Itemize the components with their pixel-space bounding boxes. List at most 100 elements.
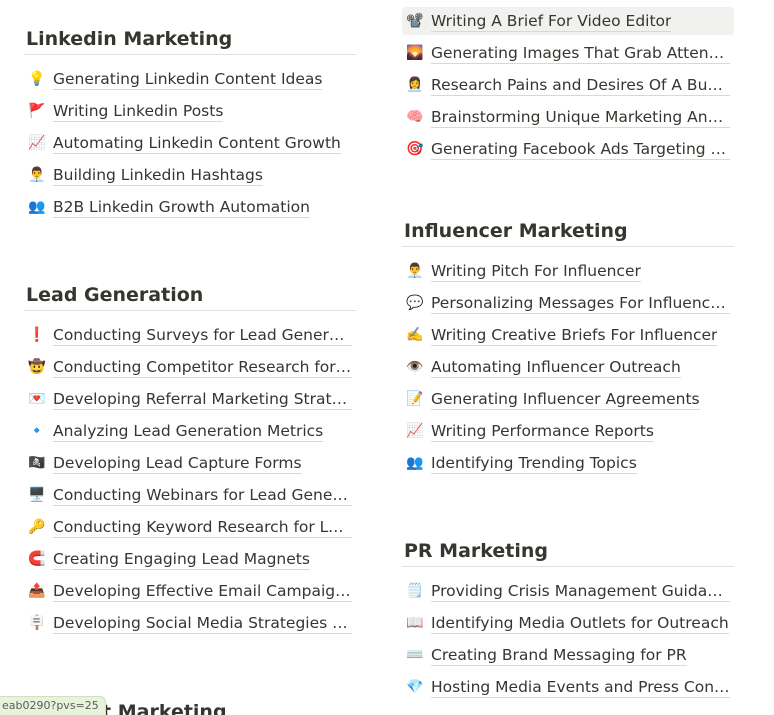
brain-icon: 🧠 xyxy=(406,109,424,125)
section-lead-generation: Lead Generation ❗ Conducting Surveys for … xyxy=(24,280,356,641)
list-item-label[interactable]: Automating Linkedin Content Growth xyxy=(53,133,341,154)
list-item[interactable]: 🔑 Conducting Keyword Research for Lead Ge… xyxy=(24,513,356,541)
sunrise-image-icon: 🌄 xyxy=(406,45,424,61)
list-item-label[interactable]: Building Linkedin Hashtags xyxy=(53,165,263,186)
open-book-icon: 📖 xyxy=(406,615,424,631)
desktop-computer-icon: 🖥️ xyxy=(28,487,46,503)
chart-up-icon: 📈 xyxy=(406,423,424,439)
item-list: 🗒️ Providing Crisis Management Guidance 📖 I… xyxy=(402,577,734,701)
list-item-label[interactable]: Writing A Brief For Video Editor xyxy=(431,11,672,32)
chart-up-icon: 📈 xyxy=(28,135,46,151)
section-influencer-marketing: Influencer Marketing 👨‍💼 Writing Pitch Fo… xyxy=(402,216,734,481)
list-item[interactable]: 👨‍💼 Building Linkedin Hashtags xyxy=(24,161,356,189)
item-list: 💡 Generating Linkedin Content Ideas 🚩 Writi… xyxy=(24,65,356,221)
list-item-label[interactable]: Generating Influencer Agreements xyxy=(431,389,700,410)
list-item-label[interactable]: Hosting Media Events and Press Conferenc… xyxy=(431,677,730,698)
item-list: 👨‍💼 Writing Pitch For Influencer 💬 Personal… xyxy=(402,257,734,477)
exclamation-icon: ❗ xyxy=(28,327,46,343)
list-item-label[interactable]: Creating Engaging Lead Magnets xyxy=(53,549,310,570)
list-item-label[interactable]: Developing Referral Marketing Strategies xyxy=(53,389,352,410)
list-item[interactable]: 💌 Developing Referral Marketing Strategie… xyxy=(24,385,356,413)
list-item[interactable]: 📝 Generating Influencer Agreements xyxy=(402,385,734,413)
item-list: 📽️ Writing A Brief For Video Editor 🌄 Gener… xyxy=(402,7,734,163)
list-item-label[interactable]: Generating Images That Grab Attention xyxy=(431,43,730,64)
list-item[interactable]: 👥 B2B Linkedin Growth Automation xyxy=(24,193,356,221)
list-item-label[interactable]: Conducting Webinars for Lead Generation xyxy=(53,485,352,506)
person-icon: 👨‍💼 xyxy=(406,263,424,279)
section-title: PR Marketing xyxy=(402,536,734,567)
item-list: ❗ Conducting Surveys for Lead Generation 🤠… xyxy=(24,321,356,637)
list-item-label[interactable]: Brainstorming Unique Marketing Angles xyxy=(431,107,730,128)
list-item[interactable]: 👨‍💼 Writing Pitch For Influencer xyxy=(402,257,734,285)
list-item[interactable]: 🎯 Generating Facebook Ads Targeting Ideas xyxy=(402,135,734,163)
list-item[interactable]: 👁️ Automating Influencer Outreach xyxy=(402,353,734,381)
list-item[interactable]: 🪧 Developing Social Media Strategies for … xyxy=(24,609,356,637)
list-item-label[interactable]: Developing Effective Email Campaigns for… xyxy=(53,581,352,602)
list-item-label[interactable]: Conducting Keyword Research for Lead Gen… xyxy=(53,517,352,538)
list-item-label[interactable]: Developing Lead Capture Forms xyxy=(53,453,302,474)
list-item[interactable]: 🧲 Creating Engaging Lead Magnets xyxy=(24,545,356,573)
cowboy-face-icon: 🤠 xyxy=(28,359,46,375)
section-title: Lead Generation xyxy=(24,280,356,311)
list-item[interactable]: 🗒️ Providing Crisis Management Guidance xyxy=(402,577,734,605)
list-item[interactable]: 🏴‍☠️ Developing Lead Capture Forms xyxy=(24,449,356,477)
list-item-label[interactable]: B2B Linkedin Growth Automation xyxy=(53,197,310,218)
placard-icon: 🪧 xyxy=(28,615,46,631)
writing-hand-icon: ✍️ xyxy=(406,327,424,343)
list-item-label[interactable]: Providing Crisis Management Guidance xyxy=(431,581,730,602)
list-item[interactable]: ✍️ Writing Creative Briefs For Influencer xyxy=(402,321,734,349)
section-pr-marketing: PR Marketing 🗒️ Providing Crisis Manageme… xyxy=(402,536,734,705)
list-item-label[interactable]: Conducting Competitor Research for Lead … xyxy=(53,357,352,378)
list-item[interactable]: 🖥️ Conducting Webinars for Lead Generatio… xyxy=(24,481,356,509)
list-item[interactable]: 📈 Writing Performance Reports xyxy=(402,417,734,445)
list-item-label[interactable]: Conducting Surveys for Lead Generation xyxy=(53,325,352,346)
list-item[interactable]: 💡 Generating Linkedin Content Ideas xyxy=(24,65,356,93)
list-item-label[interactable]: Research Pains and Desires Of A Buyer Pe… xyxy=(431,75,730,96)
list-item[interactable]: ❗ Conducting Surveys for Lead Generation xyxy=(24,321,356,349)
list-item[interactable]: 💬 Personalizing Messages For Influencers xyxy=(402,289,734,317)
list-item-label[interactable]: Automating Influencer Outreach xyxy=(431,357,681,378)
list-item[interactable]: 👥 Identifying Trending Topics xyxy=(402,449,734,477)
list-item[interactable]: ⌨️ Creating Brand Messaging for PR xyxy=(402,641,734,669)
list-item-label[interactable]: Identifying Media Outlets for Outreach xyxy=(431,613,729,634)
list-item-label[interactable]: Identifying Trending Topics xyxy=(431,453,637,474)
list-item[interactable]: 🤠 Conducting Competitor Research for Lead… xyxy=(24,353,356,381)
list-item-label[interactable]: Generating Facebook Ads Targeting Ideas xyxy=(431,139,730,160)
list-item[interactable]: 🧠 Brainstorming Unique Marketing Angles xyxy=(402,103,734,131)
list-item[interactable]: 📤 Developing Effective Email Campaigns fo… xyxy=(24,577,356,605)
notepad-icon: 🗒️ xyxy=(406,583,424,599)
status-bar-url: eab0290?pvs=25 xyxy=(0,696,106,715)
pirate-flag-icon: 🏴‍☠️ xyxy=(28,455,46,471)
list-item[interactable]: 📈 Automating Linkedin Content Growth xyxy=(24,129,356,157)
list-item[interactable]: 💎 Hosting Media Events and Press Conferen… xyxy=(402,673,734,701)
memo-icon: 📝 xyxy=(406,391,424,407)
magnet-icon: 🧲 xyxy=(28,551,46,567)
list-item[interactable]: 📖 Identifying Media Outlets for Outreach xyxy=(402,609,734,637)
list-item-label[interactable]: Writing Pitch For Influencer xyxy=(431,261,641,282)
list-item-label[interactable]: Personalizing Messages For Influencers xyxy=(431,293,730,314)
section-linkedin-marketing: Linkedin Marketing 💡 Generating Linkedin … xyxy=(24,24,356,225)
list-item[interactable]: 🔹 Analyzing Lead Generation Metrics xyxy=(24,417,356,445)
person-icon: 👨‍💼 xyxy=(28,167,46,183)
target-icon: 🎯 xyxy=(406,141,424,157)
lightbulb-icon: 💡 xyxy=(28,71,46,87)
person-icon: 👩‍💼 xyxy=(406,77,424,93)
section-continued: 📽️ Writing A Brief For Video Editor 🌄 Gener… xyxy=(402,7,734,167)
list-item[interactable]: 👩‍💼 Research Pains and Desires Of A Buyer… xyxy=(402,71,734,99)
list-item-label[interactable]: Writing Performance Reports xyxy=(431,421,654,442)
red-flag-icon: 🚩 xyxy=(28,103,46,119)
list-item-label[interactable]: Analyzing Lead Generation Metrics xyxy=(53,421,324,442)
list-item-label[interactable]: Generating Linkedin Content Ideas xyxy=(53,69,323,90)
list-item-label[interactable]: Developing Social Media Strategies for L… xyxy=(53,613,352,634)
gem-icon: 💎 xyxy=(406,679,424,695)
outbox-tray-icon: 📤 xyxy=(28,583,46,599)
list-item-label[interactable]: Writing Linkedin Posts xyxy=(53,101,224,122)
list-item[interactable]: 🌄 Generating Images That Grab Attention xyxy=(402,39,734,67)
list-item[interactable]: 📽️ Writing A Brief For Video Editor xyxy=(402,7,734,35)
speech-bubble-icon: 💬 xyxy=(406,295,424,311)
list-item-label[interactable]: Writing Creative Briefs For Influencer xyxy=(431,325,718,346)
blue-diamond-icon: 🔹 xyxy=(28,423,46,439)
key-icon: 🔑 xyxy=(28,519,46,535)
list-item[interactable]: 🚩 Writing Linkedin Posts xyxy=(24,97,356,125)
list-item-label[interactable]: Creating Brand Messaging for PR xyxy=(431,645,687,666)
